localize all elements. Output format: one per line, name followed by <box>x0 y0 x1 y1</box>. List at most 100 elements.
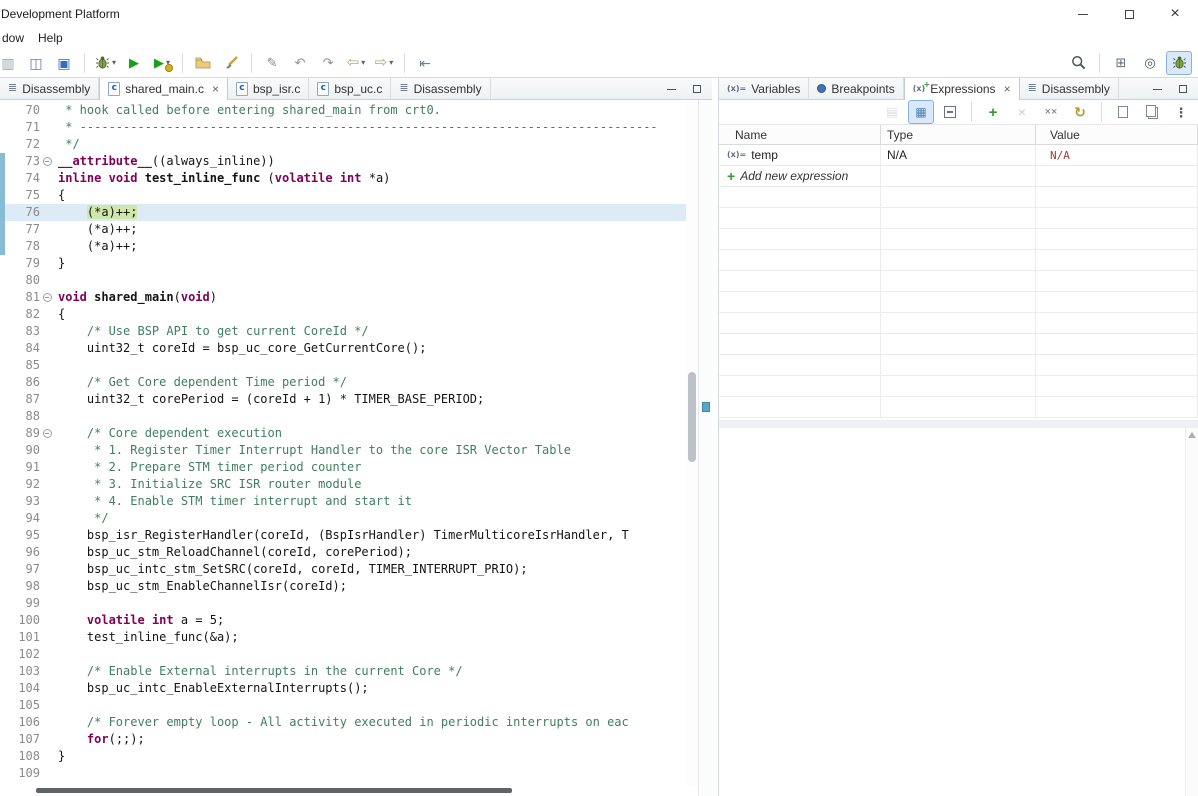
code-line[interactable]: 91 * 2. Prepare STM timer period counter <box>0 459 686 476</box>
column-header-value[interactable]: Value <box>1036 125 1198 144</box>
overview-marker[interactable] <box>702 402 710 412</box>
new-rendering-button[interactable] <box>1110 100 1136 124</box>
scrollbar-thumb[interactable] <box>688 372 696 462</box>
line-gutter[interactable]: 87 <box>0 391 58 408</box>
run-external-button[interactable]: ▶▾ <box>149 51 175 75</box>
tab-disassembly[interactable]: ≣Disassembly <box>391 78 490 99</box>
empty-row[interactable] <box>719 208 1198 229</box>
empty-row[interactable] <box>719 355 1198 376</box>
code-line[interactable]: 70 * hook called before entering shared_… <box>0 102 686 119</box>
empty-row[interactable] <box>719 292 1198 313</box>
line-gutter[interactable]: 88 <box>0 408 58 425</box>
code-line[interactable]: 106 /* Forever empty loop - All activity… <box>0 714 686 731</box>
run-button[interactable]: ▶ <box>121 51 147 75</box>
skip-all-breakpoints-button[interactable]: ◫ <box>23 51 49 75</box>
line-gutter[interactable]: 97 <box>0 561 58 578</box>
code-line[interactable]: 83 /* Use BSP API to get current CoreId … <box>0 323 686 340</box>
close-tab-icon[interactable]: × <box>1004 84 1011 94</box>
code-line[interactable]: 98 bsp_uc_stm_EnableChannelIsr(coreId); <box>0 578 686 595</box>
overview-ruler[interactable] <box>698 100 712 796</box>
show-logical-structure-button[interactable]: ▦ <box>908 100 934 124</box>
tab-disassembly[interactable]: ≣Disassembly <box>0 78 99 99</box>
line-gutter[interactable]: 106 <box>0 714 58 731</box>
line-gutter[interactable]: 104 <box>0 680 58 697</box>
pencil-button[interactable]: ✎ <box>259 51 285 75</box>
line-gutter[interactable]: 94 <box>0 510 58 527</box>
editor-vertical-scrollbar[interactable] <box>686 100 698 786</box>
empty-row[interactable] <box>719 397 1198 418</box>
back-button[interactable]: ⇦▾ <box>343 51 369 75</box>
clean-button[interactable] <box>218 51 244 75</box>
line-gutter[interactable]: 73− <box>0 153 58 170</box>
refresh-button[interactable]: ↻ <box>1067 100 1093 124</box>
line-gutter[interactable]: 99 <box>0 595 58 612</box>
code-line[interactable]: 94 */ <box>0 510 686 527</box>
line-gutter[interactable]: 100 <box>0 612 58 629</box>
line-gutter[interactable]: 103 <box>0 663 58 680</box>
line-gutter[interactable]: 80 <box>0 272 58 289</box>
empty-row[interactable] <box>719 271 1198 292</box>
add-expression-row[interactable]: +Add new expression <box>719 166 1198 187</box>
code-line[interactable]: 108} <box>0 748 686 765</box>
collapse-all-button[interactable] <box>937 100 963 124</box>
line-gutter[interactable]: 95 <box>0 527 58 544</box>
show-type-names-button[interactable]: ▤ <box>879 100 905 124</box>
maximize-button[interactable] <box>1106 0 1152 28</box>
panel-scrollbar[interactable] <box>1185 428 1198 796</box>
line-gutter[interactable]: 79 <box>0 255 58 272</box>
code-line[interactable]: 75{ <box>0 187 686 204</box>
code-editor[interactable]: 70 * hook called before entering shared_… <box>0 100 712 796</box>
forward-button[interactable]: ⇨▾ <box>371 51 397 75</box>
collapse-icon[interactable]: − <box>43 157 52 166</box>
line-gutter[interactable]: 93 <box>0 493 58 510</box>
code-line[interactable]: 84 uint32_t coreId = bsp_uc_core_GetCurr… <box>0 340 686 357</box>
empty-row[interactable] <box>719 229 1198 250</box>
code-line[interactable]: 102 <box>0 646 686 663</box>
minimize-view-button[interactable] <box>1150 83 1164 95</box>
line-gutter[interactable]: 85 <box>0 357 58 374</box>
code-line[interactable]: 77 (*a)++; <box>0 221 686 238</box>
line-gutter[interactable]: 91 <box>0 459 58 476</box>
scroll-up-icon[interactable] <box>1188 432 1196 438</box>
editor-horizontal-scrollbar[interactable] <box>0 786 686 796</box>
remove-all-button[interactable]: ×× <box>1038 100 1064 124</box>
code-line[interactable]: 82{ <box>0 306 686 323</box>
horizontal-sash[interactable] <box>719 420 1198 428</box>
new-window-button[interactable]: ▣ <box>51 51 77 75</box>
line-gutter[interactable]: 82 <box>0 306 58 323</box>
line-gutter[interactable]: 76 <box>0 204 58 221</box>
code-line[interactable]: 109 <box>0 765 686 782</box>
close-button[interactable]: × <box>1152 0 1198 28</box>
line-gutter[interactable]: 72 <box>0 136 58 153</box>
code-line[interactable]: 80 <box>0 272 686 289</box>
search-button[interactable] <box>1065 51 1091 75</box>
line-gutter[interactable]: 86 <box>0 374 58 391</box>
code-line[interactable]: 92 * 3. Initialize SRC ISR router module <box>0 476 686 493</box>
collapse-icon[interactable]: − <box>43 429 52 438</box>
menu-dow[interactable]: dow <box>0 29 31 47</box>
redo-button[interactable]: ↷ <box>315 51 341 75</box>
line-gutter[interactable]: 98 <box>0 578 58 595</box>
code-line[interactable]: 104 bsp_uc_intc_EnableExternalInterrupts… <box>0 680 686 697</box>
remove-expression-button[interactable]: × <box>1009 100 1035 124</box>
line-gutter[interactable]: 83 <box>0 323 58 340</box>
line-gutter[interactable]: 71 <box>0 119 58 136</box>
line-gutter[interactable]: 84 <box>0 340 58 357</box>
code-line[interactable]: 76 (*a)++; <box>0 204 686 221</box>
tab-bsp-uc-c[interactable]: cbsp_uc.c <box>309 78 391 99</box>
minimize-view-button[interactable] <box>664 83 678 95</box>
clipped-button[interactable]: ▥ <box>0 51 21 75</box>
line-gutter[interactable]: 74 <box>0 170 58 187</box>
line-gutter[interactable]: 77 <box>0 221 58 238</box>
empty-row[interactable] <box>719 187 1198 208</box>
line-gutter[interactable]: 70 <box>0 102 58 119</box>
code-line[interactable]: 87 uint32_t corePeriod = (coreId + 1) * … <box>0 391 686 408</box>
expression-row[interactable]: (x)=tempN/AN/A <box>719 145 1198 166</box>
line-gutter[interactable]: 75 <box>0 187 58 204</box>
line-gutter[interactable]: 78 <box>0 238 58 255</box>
code-line[interactable]: 74inline void test_inline_func (volatile… <box>0 170 686 187</box>
line-gutter[interactable]: 108 <box>0 748 58 765</box>
debug-perspective-button[interactable] <box>1166 51 1192 75</box>
view-menu-button[interactable]: ⋮ <box>1168 100 1194 124</box>
code-line[interactable]: 99 <box>0 595 686 612</box>
